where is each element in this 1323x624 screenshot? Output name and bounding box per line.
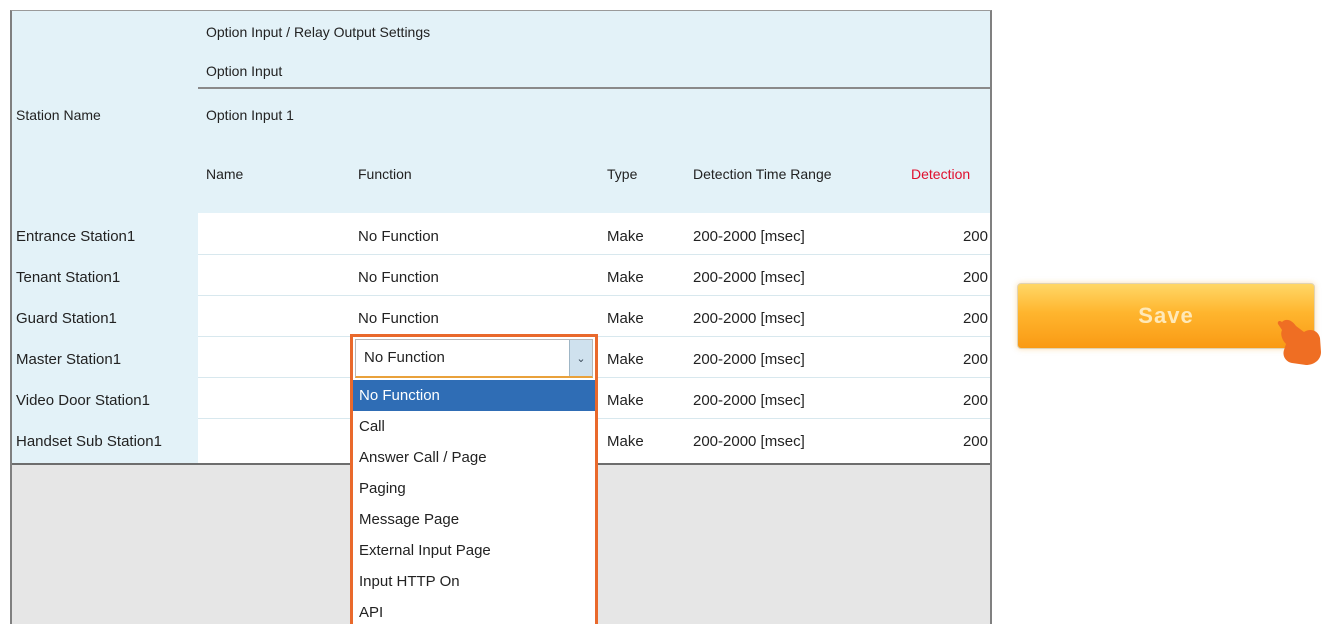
type-value: Make (607, 310, 644, 327)
function-select[interactable]: No Function (358, 310, 439, 327)
detection-time-range: 200-2000 [msec] (693, 228, 805, 245)
station-name: Handset Sub Station1 (16, 433, 162, 450)
column-header-function: Function (358, 166, 412, 182)
dropdown-option-list: No Function Call Answer Call / Page Pagi… (350, 380, 598, 624)
detection-value[interactable]: 200 (932, 269, 988, 286)
dropdown-value: No Function (364, 349, 445, 366)
column-header-name: Name (206, 166, 244, 182)
function-select[interactable]: No Function (358, 228, 439, 245)
station-name: Tenant Station1 (16, 269, 121, 286)
settings-table: Option Input / Relay Output Settings Opt… (10, 10, 992, 624)
station-name-column (12, 213, 198, 463)
station-name: Master Station1 (16, 351, 122, 368)
detection-value[interactable]: 200 (932, 310, 988, 327)
detection-value[interactable]: 200 (932, 351, 988, 368)
type-value: Make (607, 228, 644, 245)
station-name: Video Door Station1 (16, 392, 150, 409)
save-button[interactable]: Save (1017, 283, 1315, 349)
type-value: Make (607, 433, 644, 450)
dropdown-option[interactable]: No Function (353, 380, 595, 411)
dropdown-option[interactable]: Call (353, 411, 595, 442)
group-title: Option Input (206, 63, 283, 79)
detection-value[interactable]: 200 (932, 392, 988, 409)
table-header (12, 11, 990, 213)
function-select[interactable]: No Function (358, 269, 439, 286)
station-name-header: Station Name (16, 107, 101, 123)
dropdown-option[interactable]: Paging (353, 473, 595, 504)
column-header-detection-time-range: Detection Time Range (693, 166, 832, 182)
detection-time-range: 200-2000 [msec] (693, 392, 805, 409)
detection-time-range: 200-2000 [msec] (693, 433, 805, 450)
detection-time-range: 200-2000 [msec] (693, 351, 805, 368)
detection-value[interactable]: 200 (932, 433, 988, 450)
column-header-detection: Detection (911, 166, 971, 182)
pointer-hand-icon (1277, 319, 1321, 365)
subgroup-title: Option Input 1 (206, 107, 294, 123)
type-value: Make (607, 351, 644, 368)
dropdown-option[interactable]: Message Page (353, 504, 595, 535)
station-name: Entrance Station1 (16, 228, 136, 245)
detection-time-range: 200-2000 [msec] (693, 269, 805, 286)
dropdown-option[interactable]: Answer Call / Page (353, 442, 595, 473)
dropdown-option[interactable]: External Input Page (353, 535, 595, 566)
dropdown-option[interactable]: API (353, 597, 595, 624)
chevron-down-icon[interactable]: ⌄ (569, 340, 592, 376)
detection-value[interactable]: 200 (932, 228, 988, 245)
station-name: Guard Station1 (16, 310, 117, 327)
type-value: Make (607, 269, 644, 286)
type-value: Make (607, 392, 644, 409)
function-dropdown[interactable]: No Function ⌄ (350, 334, 598, 380)
dropdown-option[interactable]: Input HTTP On (353, 566, 595, 597)
section-title: Option Input / Relay Output Settings (206, 24, 431, 40)
column-header-type: Type (607, 166, 638, 182)
detection-time-range: 200-2000 [msec] (693, 310, 805, 327)
